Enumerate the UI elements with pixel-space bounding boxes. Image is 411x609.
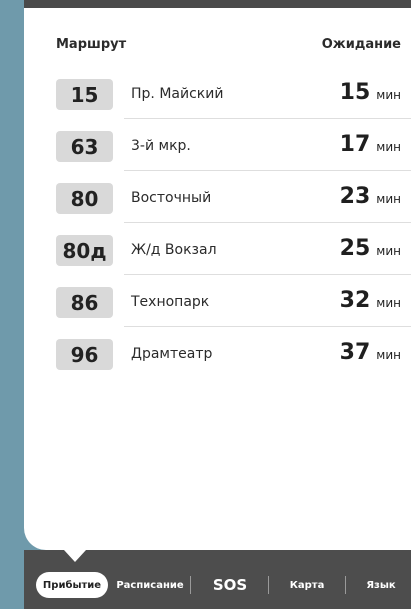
route-number-badge: 80д: [56, 235, 113, 266]
wait-minutes: 37: [339, 340, 371, 365]
route-row[interactable]: 80д Ж/д Вокзал 25 мин: [24, 223, 411, 275]
stop-name: Драмтеатр: [131, 346, 213, 362]
route-column-header: Маршрут: [56, 37, 127, 52]
wait-unit: мин: [376, 140, 401, 154]
stop-name: Восточный: [131, 190, 212, 206]
nav-separator: [190, 576, 191, 594]
route-row[interactable]: 63 3-й мкр. 17 мин: [24, 119, 411, 171]
nav-separator: [345, 576, 346, 594]
route-row[interactable]: 15 Пр. Майский 15 мин: [24, 67, 411, 119]
sos-button[interactable]: SOS: [200, 572, 260, 598]
wait-minutes: 15: [339, 80, 371, 105]
wait-time: 37 мин: [340, 340, 401, 365]
wait-minutes: 25: [339, 236, 371, 261]
wait-time: 17 мин: [340, 132, 401, 157]
tab-arrivals[interactable]: Прибытие: [36, 572, 108, 598]
wait-column-header: Ожидание: [321, 37, 401, 52]
stop-name: 3-й мкр.: [131, 138, 191, 154]
route-number-badge: 63: [56, 131, 113, 162]
bottom-navigation: Прибытие Расписание SOS Карта Язык: [24, 550, 411, 609]
active-tab-pointer: [64, 550, 86, 562]
wait-time: 15 мин: [340, 80, 401, 105]
route-number-badge: 15: [56, 79, 113, 110]
route-row[interactable]: 80 Восточный 23 мин: [24, 171, 411, 223]
stop-name: Ж/д Вокзал: [131, 242, 217, 258]
arrivals-panel: Маршрут Ожидание 15 Пр. Майский 15 мин 6…: [24, 8, 411, 550]
wait-unit: мин: [376, 88, 401, 102]
tab-schedule[interactable]: Расписание: [112, 572, 188, 598]
route-number-badge: 96: [56, 339, 113, 370]
wait-unit: мин: [376, 192, 401, 206]
route-row[interactable]: 96 Драмтеатр 37 мин: [24, 327, 411, 379]
wait-time: 32 мин: [340, 288, 401, 313]
wait-time: 23 мин: [340, 184, 401, 209]
route-row[interactable]: 86 Технопарк 32 мин: [24, 275, 411, 327]
wait-unit: мин: [376, 244, 401, 258]
route-number-badge: 86: [56, 287, 113, 318]
wait-time: 25 мин: [340, 236, 401, 261]
wait-minutes: 23: [339, 184, 371, 209]
route-number-badge: 80: [56, 183, 113, 214]
wait-unit: мин: [376, 296, 401, 310]
top-bar: [24, 0, 411, 8]
tab-language[interactable]: Язык: [358, 572, 404, 598]
stop-name: Пр. Майский: [131, 86, 224, 102]
nav-separator: [268, 576, 269, 594]
stop-name: Технопарк: [131, 294, 210, 310]
wait-minutes: 17: [339, 132, 371, 157]
wait-minutes: 32: [339, 288, 371, 313]
wait-unit: мин: [376, 348, 401, 362]
tab-map[interactable]: Карта: [280, 572, 334, 598]
